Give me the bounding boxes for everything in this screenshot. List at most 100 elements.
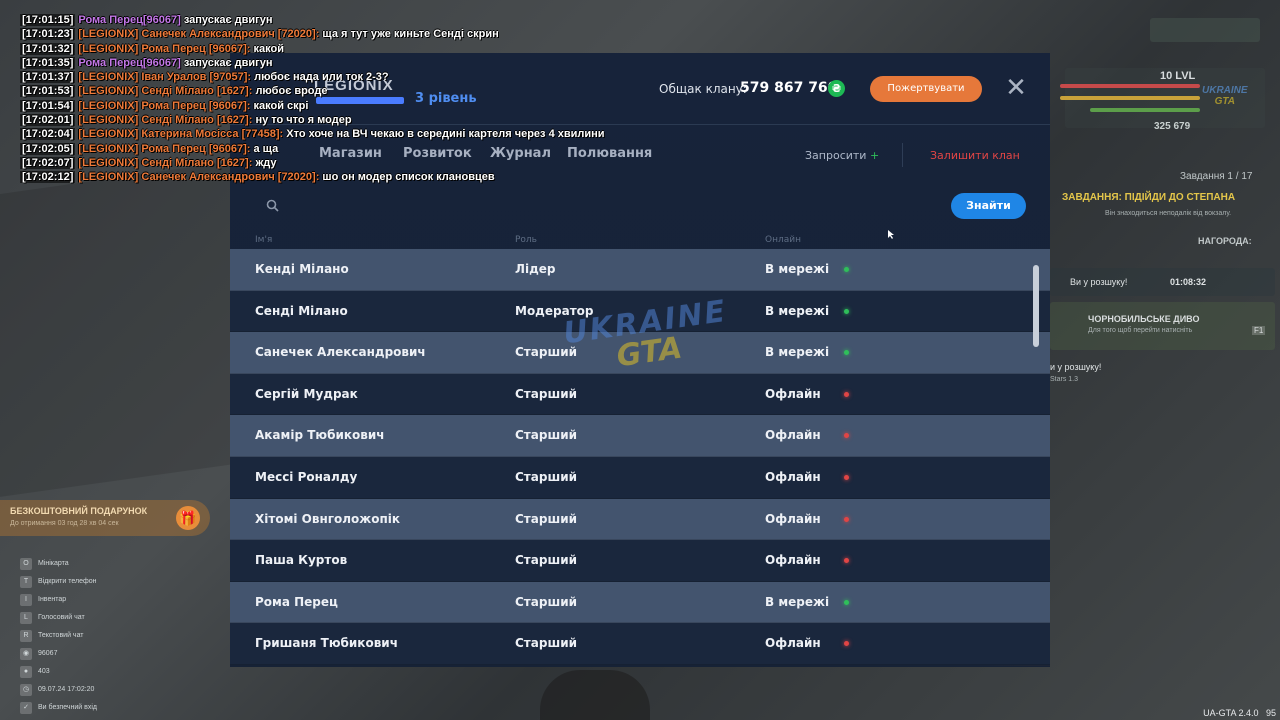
chat-log: [17:01:15] Рома Перец[96067] запускає дв…	[20, 13, 680, 185]
member-role: Старший	[515, 428, 578, 443]
online-dot-icon	[844, 267, 849, 272]
table-row[interactable]: Сергій Мудрак Старший Офлайн	[230, 373, 1050, 416]
wanted-label-2: и у розшуку!	[1050, 362, 1102, 372]
chat-line: [17:02:05] [LEGIONIX] Рома Перец [96067]…	[20, 142, 680, 156]
chat-nickname: [LEGIONIX] Санечек Александрович [72020]…	[78, 171, 320, 184]
event-title: ЧОРНОБИЛЬСЬКЕ ДИВО	[1088, 314, 1200, 324]
mouse-cursor-icon	[888, 230, 894, 239]
hud-logo-line1: UKRAINE	[1202, 85, 1248, 96]
chat-timestamp: [17:02:05]	[20, 142, 76, 155]
online-dot-icon	[844, 350, 849, 356]
online-count-value: 403	[38, 668, 50, 675]
chat-timestamp: [17:01:23]	[20, 28, 76, 41]
chat-timestamp: [17:01:53]	[20, 85, 76, 98]
member-name: Санечек Александрович	[255, 345, 426, 360]
table-row[interactable]: Рома Перец Старший В мережі	[230, 581, 1050, 624]
column-header-name: Ім'я	[255, 235, 273, 245]
chat-timestamp: [17:01:35]	[20, 56, 76, 69]
member-name: Мессі Роналду	[255, 469, 358, 484]
wanted-label: Ви у розшуку!	[1070, 277, 1128, 287]
chat-line: [17:02:01] [LEGIONIX] Сенді Мілано [1627…	[20, 113, 680, 127]
offline-dot-icon	[844, 516, 849, 522]
chat-line: [17:01:23] [LEGIONIX] Санечек Александро…	[20, 27, 680, 41]
member-role: Старший	[515, 511, 578, 526]
shield-icon: ✓	[20, 702, 32, 714]
reward-label: НАГОРОДА:	[1198, 236, 1252, 246]
chat-nickname: Рома Перец[96067]	[78, 56, 181, 69]
offline-dot-icon	[844, 641, 849, 647]
member-status: В мережі	[765, 262, 830, 276]
member-table: Кенді Мілано Лідер В мережі Сенді Мілано Мод…	[230, 249, 1050, 665]
member-name: Хітомі Овнголожопік	[255, 511, 401, 526]
nav-divider	[902, 143, 903, 167]
table-row[interactable]: Хітомі Овнголожопік Старший Офлайн	[230, 498, 1050, 541]
chat-message: любоє нада или ток 2-3?	[254, 71, 389, 84]
member-status: Офлайн	[765, 469, 821, 484]
member-role: Старший	[515, 469, 578, 484]
id-icon: ◉	[20, 648, 32, 660]
leave-clan-button[interactable]: Залишити клан	[930, 149, 1020, 162]
close-icon[interactable]: ✕	[1004, 75, 1028, 101]
footer-note: ✓ Ви безпечний вхід	[20, 699, 97, 717]
keybind-item[interactable]: T Відкрити телефон	[20, 573, 97, 591]
member-status: В мережі	[765, 594, 830, 609]
keybind-menu: O Мінікарта T Відкрити телефон I Інвентар L…	[20, 555, 97, 717]
chat-nickname: [LEGIONIX] Сенді Мілано [1627]:	[78, 114, 253, 127]
table-row[interactable]: Кенді Мілано Лідер В мережі	[230, 249, 1050, 291]
chat-timestamp: [17:01:54]	[20, 99, 76, 112]
clock-icon: ◷	[20, 684, 32, 696]
table-row[interactable]: Сенді Мілано Модератор В мережі	[230, 290, 1050, 333]
event-key: F1	[1252, 326, 1266, 335]
keybind-item[interactable]: L Голосовий чат	[20, 609, 97, 627]
chat-nickname: [LEGIONIX] Рома Перец [96067]:	[78, 99, 251, 112]
keybind-item[interactable]: I Інвентар	[20, 591, 97, 609]
member-role: Старший	[515, 553, 578, 568]
version-info: UA-GTA 2.4.0 95	[1203, 708, 1276, 718]
member-name: Кенді Мілано	[255, 262, 349, 276]
invite-button[interactable]: Запросити +	[805, 149, 879, 162]
chat-nickname: [LEGIONIX] Санечек Александрович [72020]…	[78, 28, 320, 41]
member-status: Офлайн	[765, 553, 821, 568]
member-role: Модератор	[515, 303, 594, 318]
online-icon: ●	[20, 666, 32, 678]
search-input[interactable]	[290, 196, 890, 216]
footer-note-text: Ви безпечний вхід	[38, 704, 97, 711]
chat-nickname: [LEGIONIX] Катерина Мосісса [77458]:	[78, 128, 284, 141]
scrollbar[interactable]	[1033, 265, 1039, 347]
chat-line: [17:02:07] [LEGIONIX] Сенді Мілано [1627…	[20, 156, 680, 170]
stars-label: Stars 1.3	[1050, 376, 1079, 383]
hud-health-bar	[1060, 84, 1200, 88]
table-row[interactable]: Гришаня Тюбикович Старший Офлайн	[230, 623, 1050, 665]
member-status: Офлайн	[765, 636, 821, 651]
column-header-online: Онлайн	[765, 235, 801, 245]
member-status: Офлайн	[765, 386, 821, 401]
keybind-item[interactable]: R Текстовий чат	[20, 627, 97, 645]
chat-nickname: [LEGIONIX] Сенді Мілано [1627]:	[78, 85, 253, 98]
key-badge: O	[20, 558, 32, 570]
chat-line: [17:01:37] [LEGIONIX] Іван Уралов [97057…	[20, 70, 680, 84]
chat-nickname: [LEGIONIX] Рома Перец [96067]:	[78, 42, 251, 55]
table-row[interactable]: Санечек Александрович Старший В мережі	[230, 332, 1050, 374]
online-count: ● 403	[20, 663, 97, 681]
keybind-label: Інвентар	[38, 596, 67, 603]
chat-message: Хто хоче на ВЧ чекаю в середині картеля …	[286, 128, 605, 141]
fps-counter: 95	[1265, 708, 1276, 718]
offline-dot-icon	[844, 433, 849, 439]
version-label: UA-GTA 2.4.0	[1203, 708, 1259, 718]
chat-message: а ща	[253, 142, 279, 155]
chat-line: [17:01:54] [LEGIONIX] Рома Перец [96067]…	[20, 99, 680, 113]
table-row[interactable]: Паша Куртов Старший Офлайн	[230, 540, 1050, 582]
chat-timestamp: [17:02:07]	[20, 156, 76, 169]
plus-icon: +	[869, 149, 880, 162]
find-button[interactable]: Знайти	[951, 193, 1026, 219]
member-role: Старший	[515, 386, 578, 401]
table-row[interactable]: Мессі Роналду Старший Офлайн	[230, 456, 1050, 499]
free-gift-banner[interactable]: БЕЗКОШТОВНИЙ ПОДАРУНОК До отримання 03 г…	[0, 500, 210, 536]
keybind-item[interactable]: O Мінікарта	[20, 555, 97, 573]
online-dot-icon	[844, 599, 849, 605]
chat-nickname: [LEGIONIX] Рома Перец [96067]:	[78, 142, 251, 155]
table-row[interactable]: Акамір Тюбикович Старший Офлайн	[230, 415, 1050, 457]
donate-button[interactable]: Пожертвувати	[870, 76, 982, 102]
chat-timestamp: [17:02:12]	[20, 171, 76, 184]
member-status: В мережі	[765, 303, 830, 318]
